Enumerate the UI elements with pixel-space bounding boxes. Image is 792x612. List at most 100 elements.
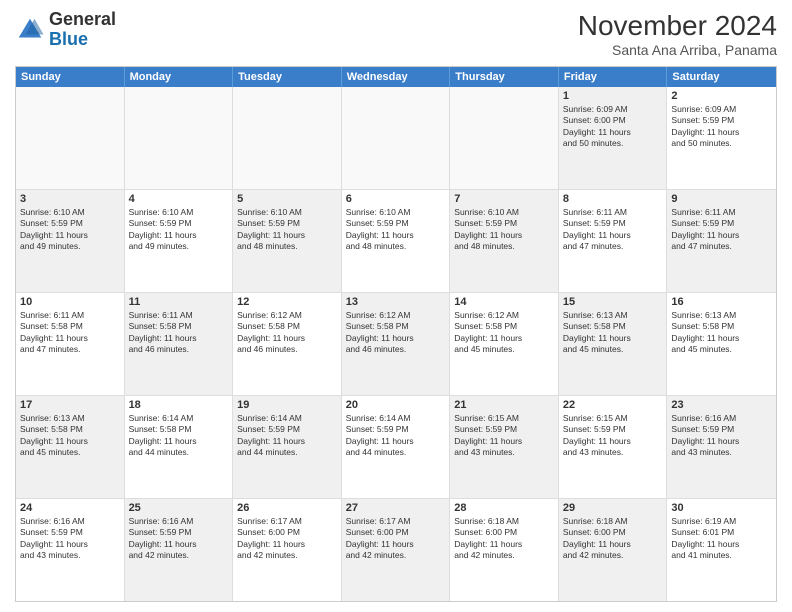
day-info: Sunrise: 6:18 AM Sunset: 6:00 PM Dayligh…	[563, 516, 663, 562]
day-number: 1	[563, 90, 663, 102]
day-info: Sunrise: 6:16 AM Sunset: 5:59 PM Dayligh…	[671, 413, 772, 459]
day-number: 6	[346, 193, 446, 205]
day-number: 22	[563, 399, 663, 411]
weekday-header: Tuesday	[233, 67, 342, 87]
calendar-header: SundayMondayTuesdayWednesdayThursdayFrid…	[16, 67, 776, 87]
day-number: 19	[237, 399, 337, 411]
day-number: 7	[454, 193, 554, 205]
calendar-cell: 3 Sunrise: 6:10 AM Sunset: 5:59 PM Daylig…	[16, 190, 125, 292]
calendar-cell: 1 Sunrise: 6:09 AM Sunset: 6:00 PM Daylig…	[559, 87, 668, 189]
day-number: 26	[237, 502, 337, 514]
day-number: 29	[563, 502, 663, 514]
month-title: November 2024	[578, 10, 777, 42]
day-info: Sunrise: 6:14 AM Sunset: 5:58 PM Dayligh…	[129, 413, 229, 459]
logo-icon	[15, 15, 45, 45]
calendar-cell: 14 Sunrise: 6:12 AM Sunset: 5:58 PM Dayli…	[450, 293, 559, 395]
day-info: Sunrise: 6:12 AM Sunset: 5:58 PM Dayligh…	[237, 310, 337, 356]
day-info: Sunrise: 6:13 AM Sunset: 5:58 PM Dayligh…	[20, 413, 120, 459]
day-info: Sunrise: 6:14 AM Sunset: 5:59 PM Dayligh…	[346, 413, 446, 459]
day-info: Sunrise: 6:17 AM Sunset: 6:00 PM Dayligh…	[237, 516, 337, 562]
title-section: November 2024 Santa Ana Arriba, Panama	[578, 10, 777, 58]
weekday-header: Friday	[559, 67, 668, 87]
logo-general: General	[49, 9, 116, 29]
logo-text: General Blue	[49, 10, 116, 50]
day-info: Sunrise: 6:16 AM Sunset: 5:59 PM Dayligh…	[129, 516, 229, 562]
page: General Blue November 2024 Santa Ana Arr…	[0, 0, 792, 612]
weekday-header: Thursday	[450, 67, 559, 87]
day-info: Sunrise: 6:15 AM Sunset: 5:59 PM Dayligh…	[454, 413, 554, 459]
calendar-row: 1 Sunrise: 6:09 AM Sunset: 6:00 PM Daylig…	[16, 87, 776, 190]
calendar: SundayMondayTuesdayWednesdayThursdayFrid…	[15, 66, 777, 602]
day-info: Sunrise: 6:19 AM Sunset: 6:01 PM Dayligh…	[671, 516, 772, 562]
day-number: 11	[129, 296, 229, 308]
day-info: Sunrise: 6:10 AM Sunset: 5:59 PM Dayligh…	[129, 207, 229, 253]
weekday-header: Sunday	[16, 67, 125, 87]
calendar-cell: 5 Sunrise: 6:10 AM Sunset: 5:59 PM Daylig…	[233, 190, 342, 292]
calendar-cell: 6 Sunrise: 6:10 AM Sunset: 5:59 PM Daylig…	[342, 190, 451, 292]
day-number: 14	[454, 296, 554, 308]
day-number: 17	[20, 399, 120, 411]
day-number: 25	[129, 502, 229, 514]
day-info: Sunrise: 6:11 AM Sunset: 5:58 PM Dayligh…	[129, 310, 229, 356]
calendar-cell: 25 Sunrise: 6:16 AM Sunset: 5:59 PM Dayli…	[125, 499, 234, 601]
calendar-cell: 10Sunrise: 6:11 AM Sunset: 5:58 PM Dayli…	[16, 293, 125, 395]
calendar-cell	[125, 87, 234, 189]
day-number: 27	[346, 502, 446, 514]
day-number: 15	[563, 296, 663, 308]
calendar-cell: 21Sunrise: 6:15 AM Sunset: 5:59 PM Dayli…	[450, 396, 559, 498]
calendar-cell: 20Sunrise: 6:14 AM Sunset: 5:59 PM Dayli…	[342, 396, 451, 498]
calendar-cell: 22 Sunrise: 6:15 AM Sunset: 5:59 PM Dayli…	[559, 396, 668, 498]
day-info: Sunrise: 6:10 AM Sunset: 5:59 PM Dayligh…	[346, 207, 446, 253]
calendar-cell: 30 Sunrise: 6:19 AM Sunset: 6:01 PM Dayli…	[667, 499, 776, 601]
calendar-cell	[450, 87, 559, 189]
calendar-cell: 12 Sunrise: 6:12 AM Sunset: 5:58 PM Dayli…	[233, 293, 342, 395]
subtitle: Santa Ana Arriba, Panama	[578, 42, 777, 58]
calendar-cell: 9Sunrise: 6:11 AM Sunset: 5:59 PM Daylig…	[667, 190, 776, 292]
weekday-header: Monday	[125, 67, 234, 87]
calendar-cell: 23 Sunrise: 6:16 AM Sunset: 5:59 PM Dayli…	[667, 396, 776, 498]
day-info: Sunrise: 6:17 AM Sunset: 6:00 PM Dayligh…	[346, 516, 446, 562]
day-info: Sunrise: 6:18 AM Sunset: 6:00 PM Dayligh…	[454, 516, 554, 562]
calendar-cell: 16 Sunrise: 6:13 AM Sunset: 5:58 PM Dayli…	[667, 293, 776, 395]
day-number: 24	[20, 502, 120, 514]
calendar-cell: 4Sunrise: 6:10 AM Sunset: 5:59 PM Daylig…	[125, 190, 234, 292]
calendar-cell: 8Sunrise: 6:11 AM Sunset: 5:59 PM Daylig…	[559, 190, 668, 292]
day-info: Sunrise: 6:13 AM Sunset: 5:58 PM Dayligh…	[563, 310, 663, 356]
day-info: Sunrise: 6:13 AM Sunset: 5:58 PM Dayligh…	[671, 310, 772, 356]
calendar-cell: 17 Sunrise: 6:13 AM Sunset: 5:58 PM Dayli…	[16, 396, 125, 498]
day-info: Sunrise: 6:09 AM Sunset: 5:59 PM Dayligh…	[671, 104, 772, 150]
calendar-cell	[342, 87, 451, 189]
day-number: 16	[671, 296, 772, 308]
logo-blue: Blue	[49, 29, 88, 49]
calendar-cell: 26 Sunrise: 6:17 AM Sunset: 6:00 PM Dayli…	[233, 499, 342, 601]
day-info: Sunrise: 6:11 AM Sunset: 5:58 PM Dayligh…	[20, 310, 120, 356]
day-number: 3	[20, 193, 120, 205]
day-info: Sunrise: 6:12 AM Sunset: 5:58 PM Dayligh…	[346, 310, 446, 356]
calendar-cell: 7 Sunrise: 6:10 AM Sunset: 5:59 PM Daylig…	[450, 190, 559, 292]
calendar-cell: 28Sunrise: 6:18 AM Sunset: 6:00 PM Dayli…	[450, 499, 559, 601]
day-info: Sunrise: 6:10 AM Sunset: 5:59 PM Dayligh…	[237, 207, 337, 253]
calendar-cell: 11 Sunrise: 6:11 AM Sunset: 5:58 PM Dayli…	[125, 293, 234, 395]
day-info: Sunrise: 6:15 AM Sunset: 5:59 PM Dayligh…	[563, 413, 663, 459]
calendar-row: 24 Sunrise: 6:16 AM Sunset: 5:59 PM Dayli…	[16, 499, 776, 601]
calendar-cell: 2 Sunrise: 6:09 AM Sunset: 5:59 PM Daylig…	[667, 87, 776, 189]
calendar-cell: 19Sunrise: 6:14 AM Sunset: 5:59 PM Dayli…	[233, 396, 342, 498]
day-number: 13	[346, 296, 446, 308]
day-info: Sunrise: 6:10 AM Sunset: 5:59 PM Dayligh…	[20, 207, 120, 253]
day-number: 30	[671, 502, 772, 514]
calendar-row: 17 Sunrise: 6:13 AM Sunset: 5:58 PM Dayli…	[16, 396, 776, 499]
day-number: 18	[129, 399, 229, 411]
calendar-row: 3 Sunrise: 6:10 AM Sunset: 5:59 PM Daylig…	[16, 190, 776, 293]
calendar-cell	[233, 87, 342, 189]
day-info: Sunrise: 6:09 AM Sunset: 6:00 PM Dayligh…	[563, 104, 663, 150]
day-info: Sunrise: 6:12 AM Sunset: 5:58 PM Dayligh…	[454, 310, 554, 356]
day-number: 23	[671, 399, 772, 411]
day-number: 2	[671, 90, 772, 102]
calendar-cell	[16, 87, 125, 189]
day-info: Sunrise: 6:16 AM Sunset: 5:59 PM Dayligh…	[20, 516, 120, 562]
day-number: 5	[237, 193, 337, 205]
calendar-row: 10Sunrise: 6:11 AM Sunset: 5:58 PM Dayli…	[16, 293, 776, 396]
day-number: 12	[237, 296, 337, 308]
weekday-header: Wednesday	[342, 67, 451, 87]
day-info: Sunrise: 6:10 AM Sunset: 5:59 PM Dayligh…	[454, 207, 554, 253]
